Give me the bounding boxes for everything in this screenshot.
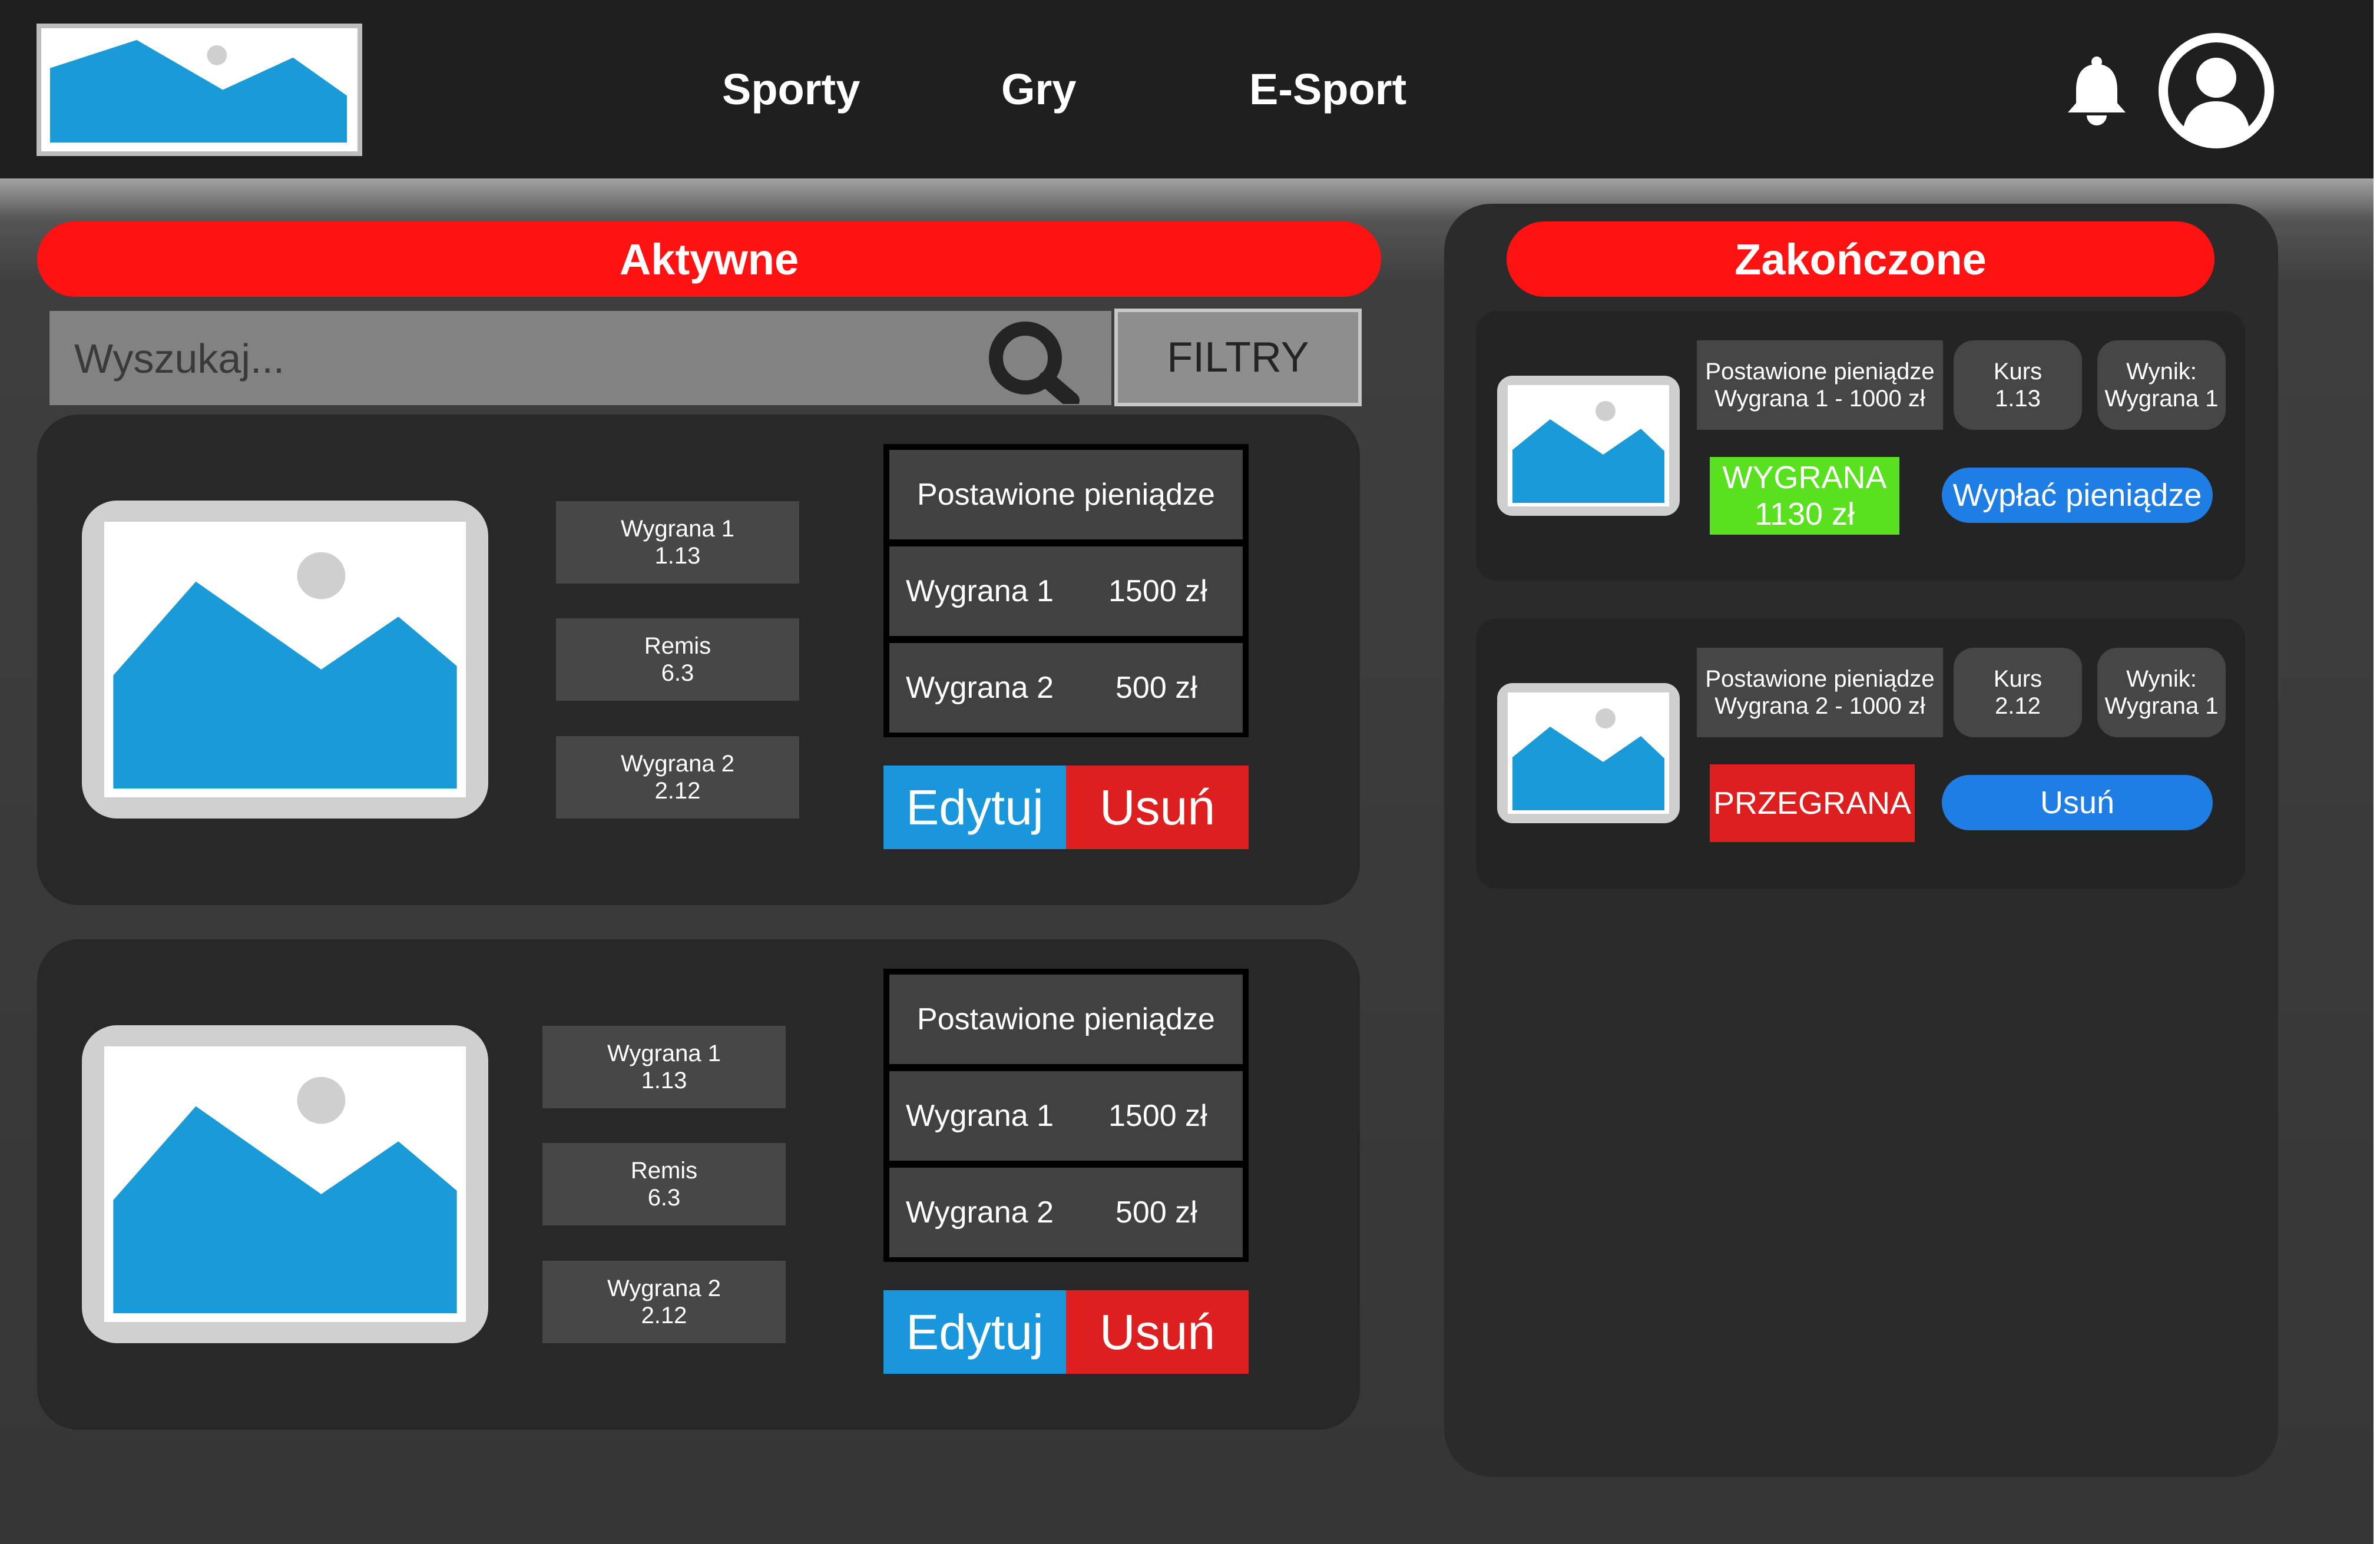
status-badge-won: WYGRANA 1130 zł [1710,457,1899,535]
nav-gry[interactable]: Gry [1001,66,1077,113]
withdraw-button[interactable]: Wypłać pieniądze [1942,468,2213,523]
finished-bet-card: Postawione pieniądze Wygrana 2 - 1000 zł… [1476,618,2245,889]
odds-home-win[interactable]: Wygrana 1 1.13 [542,1026,786,1108]
odds-home-win[interactable]: Wygrana 1 1.13 [556,501,799,584]
nav-esport[interactable]: E-Sport [1249,66,1406,113]
odds-value: 1.13 [654,543,701,569]
status-badge-lost: PRZEGRANA [1710,764,1915,842]
odds-away-win[interactable]: Wygrana 2 2.12 [542,1261,786,1343]
stake-row: Wygrana 2 500 zł [889,643,1243,733]
result-info-label: Wynik: [2126,359,2197,385]
odds-label: Remis [630,1158,698,1184]
bell-icon[interactable] [2064,56,2129,125]
status-text: WYGRANA [1722,460,1887,495]
stake-row-amount: 500 zł [1115,1195,1197,1230]
odds-label: Wygrana 2 [620,751,735,777]
stake-info: Postawione pieniądze Wygrana 2 - 1000 zł [1697,648,1943,737]
stake-row-label: Wygrana 1 [906,574,1054,608]
odds-info-label: Kurs [1993,666,2043,692]
image-placeholder-icon [104,522,466,797]
odds-value: 2.12 [641,1303,687,1328]
top-navigation-bar: Sporty Gry E-Sport [0,0,2374,178]
stake-table: Postawione pieniądze Wygrana 1 1500 zł W… [883,969,1249,1262]
odds-label: Wygrana 1 [620,516,735,542]
stake-table-header: Postawione pieniądze [889,975,1243,1064]
logo[interactable] [37,24,362,156]
stake-row-amount: 1500 zł [1108,574,1207,608]
odds-label: Wygrana 2 [607,1275,721,1301]
odds-label: Remis [644,633,711,659]
stake-row: Wygrana 1 1500 zł [889,546,1243,636]
image-placeholder-icon [104,1046,466,1322]
odds-info: Kurs 1.13 [1954,340,2082,430]
edit-button[interactable]: Edytuj [883,766,1066,849]
delete-button[interactable]: Usuń [1066,766,1249,849]
stake-row-amount: 1500 zł [1108,1099,1207,1133]
odds-info-label: Kurs [1993,359,2043,385]
user-avatar-icon[interactable] [2154,28,2279,153]
finished-bet-card: Postawione pieniądze Wygrana 1 - 1000 zł… [1476,311,2245,581]
event-image [82,1025,488,1343]
event-image [1497,376,1680,516]
odds-info: Kurs 2.12 [1954,648,2082,737]
odds-draw[interactable]: Remis 6.3 [542,1143,786,1225]
odds-away-win[interactable]: Wygrana 2 2.12 [556,736,799,819]
result-info-value: Wygrana 1 [2104,386,2219,412]
result-info-label: Wynik: [2126,666,2197,692]
stake-row-label: Wygrana 2 [906,671,1054,705]
stake-table-header: Postawione pieniądze [889,450,1243,539]
stake-info-label: Postawione pieniądze [1705,666,1935,692]
stake-row: Wygrana 2 500 zł [889,1168,1243,1257]
stake-info-label: Postawione pieniądze [1705,359,1935,385]
edit-button[interactable]: Edytuj [883,1290,1066,1374]
result-info: Wynik: Wygrana 1 [2097,340,2226,430]
odds-value: 2.12 [654,778,701,804]
odds-value: 6.3 [647,1185,681,1211]
odds-info-value: 2.12 [1995,693,2041,719]
active-bet-card: Wygrana 1 1.13 Remis 6.3 Wygrana 2 2.12 … [37,939,1360,1430]
stake-row-label: Wygrana 1 [906,1099,1054,1133]
odds-value: 6.3 [661,660,694,686]
payout-amount: 1130 zł [1754,496,1855,532]
odds-info-value: 1.13 [1995,386,2041,412]
stake-info-value: Wygrana 1 - 1000 zł [1714,386,1925,412]
finished-section-title: Zakończone [1507,221,2215,297]
event-image [82,501,488,819]
search-input[interactable] [73,329,929,389]
image-placeholder-icon [1508,385,1669,506]
odds-value: 1.13 [641,1068,687,1094]
stake-info-value: Wygrana 2 - 1000 zł [1714,693,1925,719]
search-bar [49,311,1111,409]
stake-table: Postawione pieniądze Wygrana 1 1500 zł W… [883,444,1249,737]
image-placeholder-icon [41,28,358,151]
odds-label: Wygrana 1 [607,1041,721,1066]
delete-button[interactable]: Usuń [1066,1290,1249,1374]
finished-panel: Zakończone Postawione pieniądze Wygrana … [1444,204,2278,1477]
stake-row: Wygrana 1 1500 zł [889,1071,1243,1161]
odds-draw[interactable]: Remis 6.3 [556,618,799,701]
stake-row-amount: 500 zł [1115,671,1197,705]
image-placeholder-icon [1508,693,1669,814]
delete-bet-button[interactable]: Usuń [1942,775,2213,830]
result-info: Wynik: Wygrana 1 [2097,648,2226,737]
filter-button[interactable]: FILTRY [1114,309,1362,406]
nav-sporty[interactable]: Sporty [722,66,860,113]
event-image [1497,683,1680,823]
stake-row-label: Wygrana 2 [906,1195,1054,1230]
stake-info: Postawione pieniądze Wygrana 1 - 1000 zł [1697,340,1943,430]
active-section-title: Aktywne [37,221,1381,297]
search-icon[interactable] [983,322,1089,409]
active-bet-card: Wygrana 1 1.13 Remis 6.3 Wygrana 2 2.12 … [37,415,1360,905]
result-info-value: Wygrana 1 [2104,693,2219,719]
